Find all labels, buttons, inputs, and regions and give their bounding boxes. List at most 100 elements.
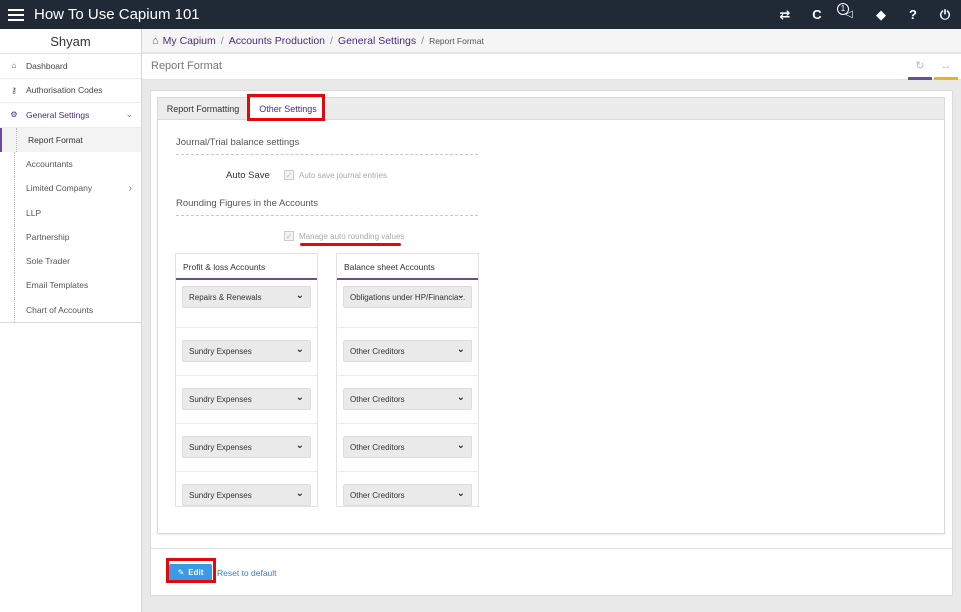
breadcrumb-separator: / xyxy=(220,34,224,47)
balance-sheet-select[interactable]: Other Creditors ⌄ xyxy=(343,484,472,506)
sidebar-subitem-sole-trader[interactable]: Sole Trader xyxy=(0,248,141,274)
chevron-down-icon: ⌄ xyxy=(456,290,465,301)
select-value: Sundry Expenses xyxy=(189,394,252,404)
table-row: Other Creditors ⌄ xyxy=(337,424,478,472)
home-icon[interactable]: ⌂ xyxy=(152,35,159,47)
app-title: How To Use Capium 101 xyxy=(34,6,200,23)
chevron-down-icon: ⌄ xyxy=(456,488,465,499)
table-row: Sundry Expenses ⌄ xyxy=(176,376,317,424)
capium-logo-icon[interactable]: C xyxy=(801,0,833,29)
breadcrumb-separator: / xyxy=(421,34,425,47)
sidebar-subitem-label: Sole Trader xyxy=(26,256,70,267)
balance-sheet-select[interactable]: Obligations under HP/Financia... ⌄ xyxy=(343,286,472,308)
help-icon[interactable]: ? xyxy=(897,0,929,29)
breadcrumb-general-settings[interactable]: General Settings xyxy=(338,35,416,47)
highlight-box-tab xyxy=(247,94,325,121)
sidebar-item-dashboard[interactable]: ⌂ Dashboard xyxy=(0,54,141,79)
table-row: Sundry Expenses ⌄ xyxy=(176,472,317,520)
manage-rounding-checkbox[interactable]: ✓ xyxy=(284,231,294,241)
profit-loss-table: Profit & loss Accounts Repairs & Renewal… xyxy=(175,253,318,507)
sidebar-subitem-label: Accountants xyxy=(26,158,73,169)
exchange-icon[interactable]: ⇄ xyxy=(769,0,801,29)
sidebar-subitem-partnership[interactable]: Partnership xyxy=(0,224,141,250)
auto-save-label: Auto Save xyxy=(226,170,270,181)
sidebar-item-general-settings[interactable]: ⚙ General Settings ⌄ xyxy=(0,103,141,128)
sidebar-subitem-label: Email Templates xyxy=(26,280,89,291)
sidebar-subitem-llp[interactable]: LLP xyxy=(0,200,141,225)
notification-badge: 1 xyxy=(837,3,849,15)
section-divider xyxy=(176,154,478,155)
sidebar-subitem-email-templates[interactable]: Email Templates xyxy=(0,273,141,298)
expand-icon[interactable]: ↔ xyxy=(934,54,958,80)
select-value: Obligations under HP/Financia... xyxy=(350,292,466,302)
rounding-section-title: Rounding Figures in the Accounts xyxy=(176,198,319,209)
sidebar-subitem-limited-company[interactable]: Limited Company › xyxy=(0,176,141,201)
highlight-box-edit xyxy=(166,558,216,583)
profit-loss-select[interactable]: Repairs & Renewals ⌄ xyxy=(182,286,311,308)
panel-footer: ✎ Edit Reset to default xyxy=(151,548,952,595)
chevron-down-icon: ⌄ xyxy=(456,392,465,403)
table-row: Other Creditors ⌄ xyxy=(337,472,478,520)
power-icon[interactable]: ⏻ xyxy=(929,0,961,29)
profit-loss-select[interactable]: Sundry Expenses ⌄ xyxy=(182,436,311,458)
table-row: Other Creditors ⌄ xyxy=(337,328,478,376)
breadcrumb: ⌂ My Capium / Accounts Production / Gene… xyxy=(142,29,961,53)
highlight-underline xyxy=(300,243,401,246)
top-bar: How To Use Capium 101 ⇄ C 1 ◁ ◆ ? ⏻ xyxy=(0,0,961,29)
chevron-right-icon: › xyxy=(128,182,132,194)
chevron-down-icon: ⌄ xyxy=(295,392,304,403)
gears-icon: ⚙ xyxy=(10,110,18,120)
sidebar-item-authorisation-codes[interactable]: ⚷ Authorisation Codes xyxy=(0,79,141,103)
sidebar-subitem-label: Partnership xyxy=(26,231,70,242)
table-row: Repairs & Renewals ⌄ xyxy=(176,280,317,328)
sidebar-subitem-label: Limited Company xyxy=(26,183,93,194)
balance-sheet-select[interactable]: Other Creditors ⌄ xyxy=(343,340,472,362)
breadcrumb-current: Report Format xyxy=(429,35,484,46)
profit-loss-select[interactable]: Sundry Expenses ⌄ xyxy=(182,340,311,362)
sidebar-subitem-accountants[interactable]: Accountants xyxy=(0,151,141,177)
balance-sheet-select[interactable]: Other Creditors ⌄ xyxy=(343,436,472,458)
ticket-icon[interactable]: ◆ xyxy=(865,0,897,29)
auto-save-checkbox[interactable]: ✓ xyxy=(284,170,294,180)
chevron-down-icon: ⌄ xyxy=(456,344,465,355)
sidebar-subitem-report-format[interactable]: Report Format xyxy=(0,127,141,153)
table-row: Other Creditors ⌄ xyxy=(337,376,478,424)
sidebar-subitem-label: Report Format xyxy=(28,134,83,145)
sidebar-divider xyxy=(0,321,141,323)
profit-loss-select[interactable]: Sundry Expenses ⌄ xyxy=(182,484,311,506)
breadcrumb-my-capium[interactable]: My Capium xyxy=(163,35,216,47)
top-icons: ⇄ C 1 ◁ ◆ ? ⏻ xyxy=(769,0,961,29)
chevron-down-icon: ⌄ xyxy=(295,440,304,451)
tab-report-formatting[interactable]: Report Formatting xyxy=(162,98,244,120)
select-value: Sundry Expenses xyxy=(189,490,252,500)
reset-to-default-link[interactable]: Reset to default xyxy=(217,568,277,578)
chevron-down-icon: ⌄ xyxy=(295,344,304,355)
auto-save-checkbox-label: Auto save journal entries xyxy=(299,171,388,180)
key-icon: ⚷ xyxy=(11,85,17,95)
chevron-down-icon: ⌄ xyxy=(295,488,304,499)
section-divider xyxy=(176,215,478,216)
sidebar-subitem-chart-of-accounts[interactable]: Chart of Accounts xyxy=(0,297,141,323)
journal-section-title: Journal/Trial balance settings xyxy=(176,137,300,148)
select-value: Sundry Expenses xyxy=(189,346,252,356)
user-name[interactable]: Shyam xyxy=(0,29,141,54)
profit-loss-select[interactable]: Sundry Expenses ⌄ xyxy=(182,388,311,410)
sidebar-item-label: General Settings xyxy=(26,109,90,120)
refresh-icon[interactable]: ↻ xyxy=(908,54,932,80)
select-value: Other Creditors xyxy=(350,346,405,356)
select-value: Sundry Expenses xyxy=(189,442,252,452)
balance-sheet-select[interactable]: Other Creditors ⌄ xyxy=(343,388,472,410)
select-value: Repairs & Renewals xyxy=(189,292,262,302)
megaphone-icon[interactable]: 1 ◁ xyxy=(833,0,865,29)
breadcrumb-accounts-production[interactable]: Accounts Production xyxy=(229,35,325,47)
select-value: Other Creditors xyxy=(350,490,405,500)
page-header: Report Format ↻ ↔ xyxy=(142,54,961,80)
settings-panel: Report Formatting Other Settings Journal… xyxy=(150,90,953,596)
manage-rounding-label: Manage auto rounding values xyxy=(299,232,405,241)
select-value: Other Creditors xyxy=(350,442,405,452)
profit-loss-header: Profit & loss Accounts xyxy=(176,254,317,280)
table-row: Obligations under HP/Financia... ⌄ xyxy=(337,280,478,328)
balance-sheet-header: Balance sheet Accounts xyxy=(337,254,478,280)
menu-icon[interactable] xyxy=(8,8,24,21)
select-value: Other Creditors xyxy=(350,394,405,404)
